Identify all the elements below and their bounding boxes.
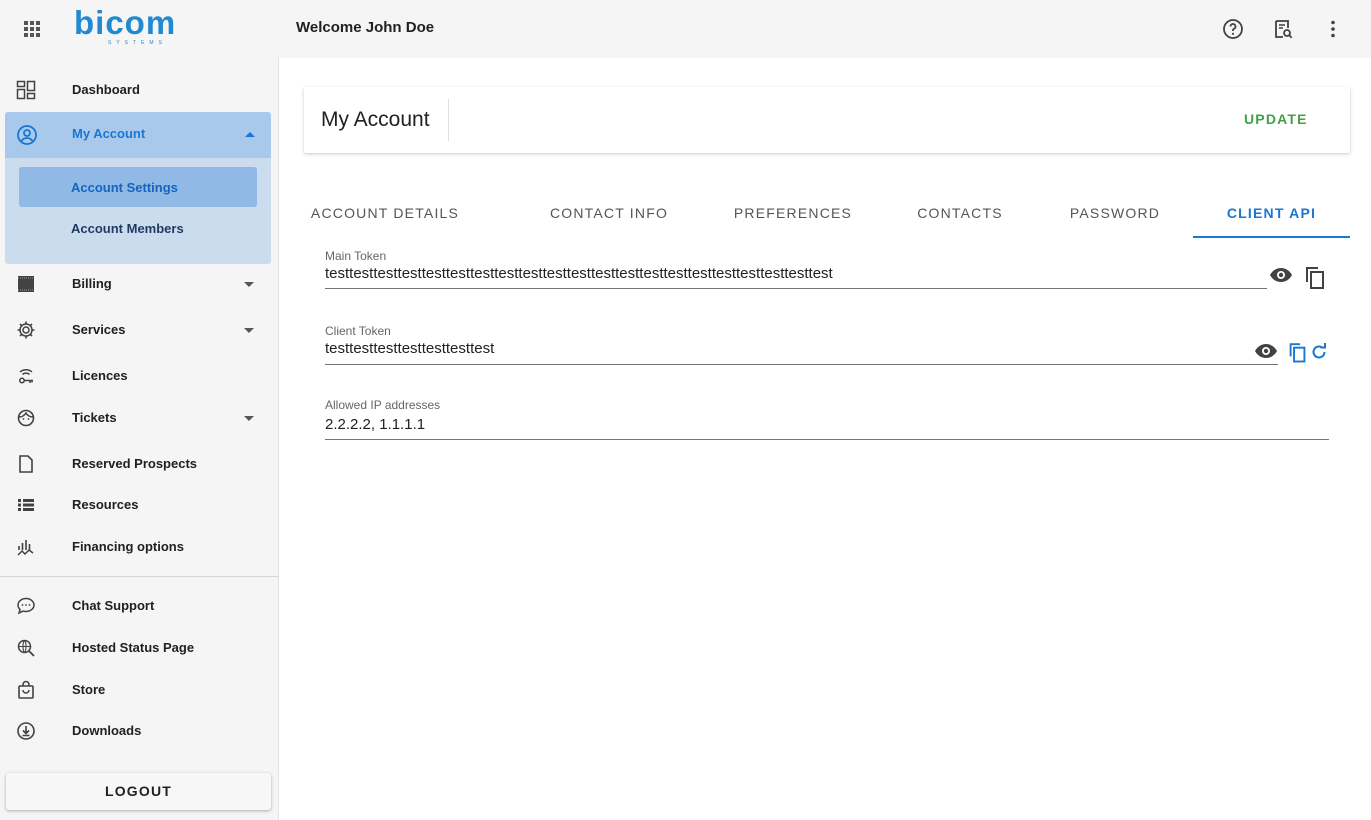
shopping-bag-icon bbox=[18, 680, 34, 699]
main-token-label: Main Token bbox=[325, 249, 387, 263]
visibility-icon[interactable] bbox=[1269, 266, 1293, 284]
sidebar-item-reserved-prospects[interactable]: Reserved Prospects bbox=[0, 444, 279, 484]
help-icon[interactable] bbox=[1221, 17, 1245, 41]
sidebar-item-dashboard[interactable]: Dashboard bbox=[0, 70, 279, 110]
caret-up-icon bbox=[245, 132, 255, 137]
sidebar-item-label: Financing options bbox=[72, 539, 184, 554]
sidebar-item-label: Billing bbox=[72, 276, 112, 291]
client-token-value[interactable]: testtesttesttesttesttesttest bbox=[325, 340, 494, 357]
title-separator bbox=[448, 99, 449, 141]
sidebar-item-label: Store bbox=[72, 682, 106, 697]
finance-chart-icon bbox=[17, 540, 34, 556]
support-agent-icon bbox=[17, 409, 35, 427]
list-icon bbox=[18, 499, 34, 511]
sidebar-item-label: Resources bbox=[72, 497, 139, 512]
chat-bubble-icon bbox=[17, 597, 35, 615]
bicom-logo[interactable]: bicom SYSTEMS bbox=[74, 6, 184, 48]
sidebar-item-label: Tickets bbox=[72, 410, 117, 425]
allowed-ip-value[interactable]: 2.2.2.2, 1.1.1.1 bbox=[325, 416, 425, 433]
tab-preferences[interactable]: PREFERENCES bbox=[722, 190, 864, 238]
sidebar-item-services[interactable]: Services bbox=[0, 310, 279, 350]
billing-icon bbox=[18, 276, 34, 292]
sidebar-item-hosted-status-page[interactable]: Hosted Status Page bbox=[0, 628, 279, 668]
sidebar-item-billing[interactable]: Billing bbox=[0, 264, 279, 304]
sidebar-item-financing-options[interactable]: Financing options bbox=[0, 527, 279, 567]
sidebar-item-label: Services bbox=[72, 322, 126, 337]
sidebar-item-store[interactable]: Store bbox=[0, 670, 279, 710]
gear-icon bbox=[17, 321, 35, 339]
welcome-text: Welcome John Doe bbox=[296, 19, 435, 36]
copy-icon[interactable] bbox=[1304, 265, 1326, 289]
chevron-down-icon bbox=[244, 416, 254, 421]
sidebar-item-label: Hosted Status Page bbox=[72, 640, 195, 655]
sidebar-item-label: Licences bbox=[72, 368, 128, 383]
sidebar: Dashboard My Account Account Settings Ac… bbox=[0, 58, 279, 820]
client-token-underline bbox=[325, 364, 1278, 365]
sidebar-item-label: Downloads bbox=[72, 723, 142, 738]
sidebar-item-resources[interactable]: Resources bbox=[0, 485, 279, 525]
key-wifi-icon bbox=[19, 368, 33, 384]
tab-password[interactable]: PASSWORD bbox=[1056, 190, 1174, 238]
sidebar-item-label: Chat Support bbox=[72, 598, 155, 613]
refresh-icon[interactable] bbox=[1309, 342, 1329, 362]
tab-contacts[interactable]: CONTACTS bbox=[900, 190, 1020, 238]
sidebar-item-label: Dashboard bbox=[72, 82, 140, 97]
allowed-ip-field[interactable]: Allowed IP addresses 2.2.2.2, 1.1.1.1 bbox=[325, 398, 1330, 442]
logout-button[interactable]: LOGOUT bbox=[6, 773, 271, 810]
main-token-value[interactable]: testtesttesttesttesttesttesttesttesttest… bbox=[325, 265, 833, 282]
chevron-down-icon bbox=[244, 328, 254, 333]
globe-search-icon bbox=[17, 639, 35, 657]
account-circle-icon bbox=[17, 125, 37, 145]
update-button[interactable]: UPDATE bbox=[1244, 111, 1308, 127]
search-document-icon[interactable] bbox=[1271, 17, 1295, 41]
main-token-underline bbox=[325, 288, 1267, 289]
account-tabs: ACCOUNT DETAILS CONTACT INFO PREFERENCES… bbox=[304, 190, 1350, 238]
tab-client-api[interactable]: CLIENT API bbox=[1193, 190, 1350, 238]
document-icon bbox=[19, 455, 33, 473]
page-title: My Account bbox=[321, 108, 430, 131]
sidebar-item-tickets[interactable]: Tickets bbox=[0, 398, 279, 438]
dashboard-icon bbox=[16, 80, 36, 100]
client-token-label: Client Token bbox=[325, 324, 391, 338]
sidebar-item-downloads[interactable]: Downloads bbox=[0, 711, 279, 751]
allowed-ip-label: Allowed IP addresses bbox=[325, 398, 441, 412]
apps-grid-icon[interactable] bbox=[24, 21, 40, 37]
my-account-group: My Account Account Settings Account Memb… bbox=[5, 112, 271, 264]
page-header-card: My Account UPDATE bbox=[304, 87, 1350, 153]
tab-contact-info[interactable]: CONTACT INFO bbox=[532, 190, 686, 238]
sidebar-divider bbox=[0, 576, 279, 577]
more-vert-icon[interactable] bbox=[1321, 17, 1345, 41]
sidebar-item-licences[interactable]: Licences bbox=[0, 356, 279, 396]
sidebar-item-label: My Account bbox=[72, 126, 146, 141]
sidebar-item-label: Account Settings bbox=[71, 180, 178, 195]
sidebar-item-account-members[interactable]: Account Members bbox=[19, 208, 257, 248]
download-circle-icon bbox=[17, 722, 35, 740]
sidebar-item-account-settings[interactable]: Account Settings bbox=[19, 167, 257, 207]
top-bar: bicom SYSTEMS Welcome John Doe bbox=[0, 0, 1371, 58]
sidebar-item-chat-support[interactable]: Chat Support bbox=[0, 586, 279, 626]
client-token-field[interactable]: Client Token testtesttesttesttesttesttes… bbox=[325, 324, 1325, 366]
sidebar-item-label: Reserved Prospects bbox=[72, 456, 198, 471]
main-token-field[interactable]: Main Token testtesttesttesttesttesttestt… bbox=[325, 249, 1325, 291]
allowed-ip-underline bbox=[325, 439, 1329, 440]
sidebar-item-label: Account Members bbox=[71, 221, 184, 236]
visibility-icon[interactable] bbox=[1254, 342, 1278, 360]
sidebar-item-my-account[interactable]: My Account bbox=[5, 112, 271, 158]
chevron-down-icon bbox=[244, 282, 254, 287]
tab-account-details[interactable]: ACCOUNT DETAILS bbox=[304, 190, 466, 238]
copy-icon[interactable] bbox=[1288, 341, 1307, 363]
